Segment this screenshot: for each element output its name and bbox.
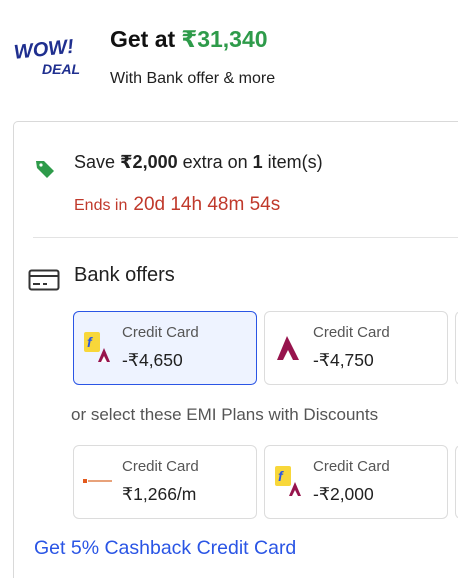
axis-bank-icon xyxy=(277,336,299,360)
flipkart-axis-icon: f xyxy=(84,332,110,362)
countdown-timer: 20d 14h 48m 54s xyxy=(133,194,281,215)
wow-deal-logo: WOW! DEAL xyxy=(13,36,80,77)
save-suffix: item(s) xyxy=(262,152,323,172)
credit-card-icon xyxy=(28,269,60,291)
bank-logo-icon xyxy=(83,478,113,484)
countdown-row: Ends in 20d 14h 48m 54s xyxy=(74,194,280,216)
emi-2-label: Credit Card xyxy=(313,458,390,475)
save-count: 1 xyxy=(252,152,263,172)
ends-in-label: Ends in xyxy=(74,197,128,214)
save-middle: extra on xyxy=(177,152,253,172)
deal-title-prefix: Get at xyxy=(110,26,176,52)
emi-1-value: ₹1,266/m xyxy=(122,484,197,504)
bank-offers-title: Bank offers xyxy=(74,264,175,286)
emi-heading: or select these EMI Plans with Discounts xyxy=(71,405,379,424)
logo-deal-text: DEAL xyxy=(42,61,80,77)
offer-2-label: Credit Card xyxy=(313,324,390,341)
offer-1-label: Credit Card xyxy=(122,324,199,341)
tag-icon xyxy=(36,161,54,178)
flipkart-axis-icon: f xyxy=(275,466,301,496)
offer-2-value: -₹4,750 xyxy=(313,350,374,370)
logo-wow-text: WOW! xyxy=(13,36,75,64)
deal-title: Get at ₹31,340 xyxy=(110,26,268,53)
save-amount: ₹2,000 xyxy=(120,152,178,172)
offer-1-value: -₹4,650 xyxy=(122,350,183,370)
bank-offer-tile-2[interactable]: Credit Card -₹4,750 xyxy=(264,311,448,385)
deal-price: ₹31,340 xyxy=(181,26,268,52)
section-divider xyxy=(33,237,458,238)
emi-2-value: -₹2,000 xyxy=(313,484,374,504)
save-offer-text: Save ₹2,000 extra on 1 item(s) xyxy=(74,152,323,173)
emi-plan-tile-2[interactable]: f Credit Card -₹2,000 xyxy=(264,445,448,519)
emi-plan-tile-1[interactable]: Credit Card ₹1,266/m xyxy=(73,445,257,519)
save-prefix: Save xyxy=(74,152,121,172)
emi-1-label: Credit Card xyxy=(122,458,199,475)
deal-subtitle: With Bank offer & more xyxy=(110,70,276,87)
cashback-card-link[interactable]: Get 5% Cashback Credit Card xyxy=(34,537,296,560)
bank-offer-tile-1[interactable]: f Credit Card -₹4,650 xyxy=(73,311,257,385)
